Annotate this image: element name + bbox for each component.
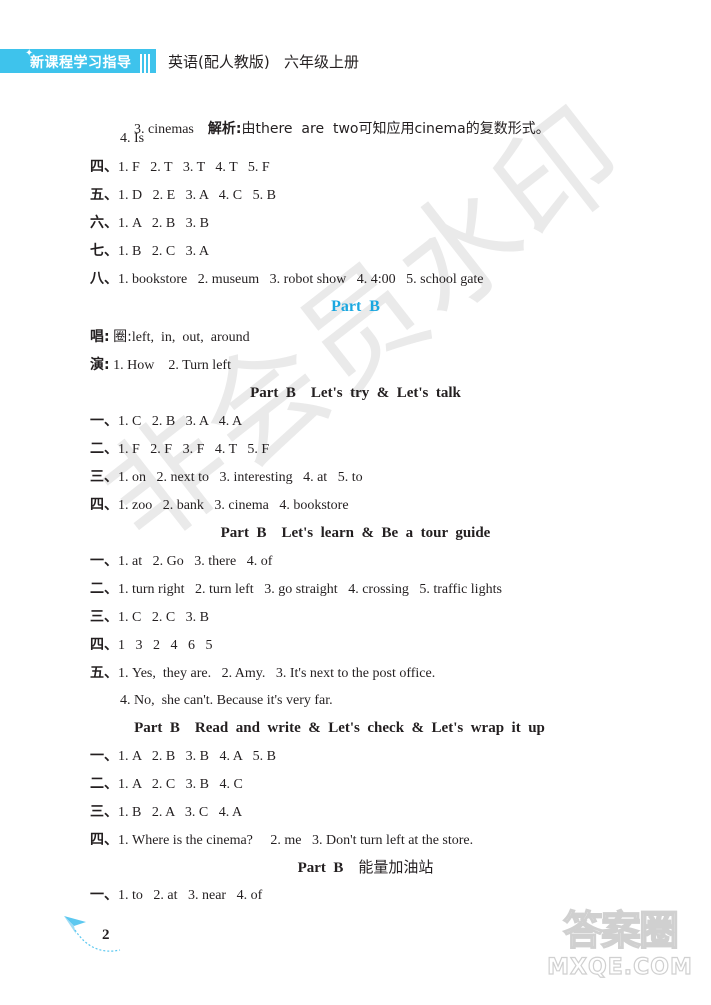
question-number: 四、	[90, 159, 118, 175]
sing-label: 唱:	[90, 329, 110, 345]
site-watermark: 答案圈 MXQE.COM	[535, 907, 705, 982]
answer-line: 八、1. bookstore 2. museum 3. robot show 4…	[90, 270, 484, 289]
answer-line: 一、1. C 2. B 3. A 4. A	[90, 412, 242, 431]
answer-text: 1. A 2. C 3. B 4. C	[118, 777, 243, 792]
answer-line: 四、1. zoo 2. bank 3. cinema 4. bookstore	[90, 496, 349, 515]
answer-line: 一、1. at 2. Go 3. there 4. of	[90, 552, 272, 571]
answer-text: 1. F 2. T 3. T 4. T 5. F	[118, 160, 270, 175]
answer-text: 1. How 2. Turn left	[113, 358, 231, 373]
answer-line: 一、1. A 2. B 3. B 4. A 5. B	[90, 747, 276, 766]
act-label: 演:	[90, 357, 110, 373]
site-watermark-url: MXQE.COM	[547, 954, 693, 980]
question-number: 四、	[90, 832, 118, 848]
answer-line: 四、1 3 2 4 6 5	[90, 636, 213, 655]
answer-line: 二、1. A 2. C 3. B 4. C	[90, 775, 243, 794]
answer-text: 1. Yes, they are. 2. Amy. 3. It's next t…	[118, 666, 436, 681]
sing-line: 唱: 圈:left, in, out, around	[90, 328, 250, 347]
answer-text: 1. at 2. Go 3. there 4. of	[118, 554, 273, 569]
circle-label: 圈:	[113, 329, 132, 345]
answer-line: 六、1. A 2. B 3. B	[90, 214, 209, 233]
answer-text: 1. to 2. at 3. near 4. of	[118, 888, 263, 903]
analysis-text: 由there are two可知应用cinema的复数形式。	[241, 121, 550, 137]
section-title-en: Part B	[297, 860, 344, 876]
answer-line: 四、1. F 2. T 3. T 4. T 5. F	[90, 158, 270, 177]
question-number: 三、	[90, 609, 118, 625]
answer-text: 1. on 2. next to 3. interesting 4. at 5.…	[118, 470, 363, 485]
question-number: 五、	[90, 187, 118, 203]
book-title: 英语(配人教版) 六年级上册	[168, 53, 360, 71]
answer-line: 三、1. on 2. next to 3. interesting 4. at …	[90, 468, 363, 487]
answer-text: 1. A 2. B 3. B	[118, 216, 210, 231]
answer-line: 四、1. Where is the cinema? 2. me 3. Don't…	[90, 831, 473, 850]
question-number: 四、	[90, 637, 118, 653]
answer-text: 1. zoo 2. bank 3. cinema 4. bookstore	[118, 498, 349, 513]
paper-plane-icon	[64, 916, 121, 952]
answer-text: 1. A 2. B 3. B 4. A 5. B	[118, 749, 276, 764]
answer-text: 1. D 2. E 3. A 4. C 5. B	[118, 188, 276, 203]
answer-line: 三、1. C 2. C 3. B	[90, 608, 209, 627]
question-number: 一、	[90, 413, 118, 429]
answer-line: 4. No, she can't. Because it's very far.	[120, 693, 333, 708]
answer-line: 3. cinemas 解析:由there are two可知应用cinema的复…	[120, 102, 550, 157]
section-heading: Part B Let's try & Let's talk	[250, 385, 461, 401]
answer-text: left, in, out, around	[131, 330, 250, 345]
answer-text: 1. bookstore 2. museum 3. robot show 4. …	[118, 272, 484, 287]
section-heading: Part B Let's learn & Be a tour guide	[220, 525, 491, 541]
answer-line: 二、1. turn right 2. turn left 3. go strai…	[90, 580, 502, 599]
answer-line: 五、1. D 2. E 3. A 4. C 5. B	[90, 186, 276, 205]
act-line: 演: 1. How 2. Turn left	[90, 356, 231, 375]
question-number: 三、	[90, 804, 118, 820]
site-watermark-cn: 答案圈	[562, 907, 680, 955]
question-number: 八、	[90, 271, 118, 287]
answer-line: 一、1. to 2. at 3. near 4. of	[90, 886, 262, 905]
question-number: 一、	[90, 748, 118, 764]
series-title: 新课程学习指导	[30, 55, 132, 71]
answer-text: 1. C 2. C 3. B	[118, 610, 210, 625]
answer-line: 4. Is	[120, 131, 145, 146]
answer-text: 1. B 2. C 3. A	[118, 244, 210, 259]
section-heading: Part B 能量加油站	[10, 858, 711, 877]
question-number: 三、	[90, 469, 118, 485]
question-number: 二、	[90, 581, 118, 597]
question-number: 一、	[90, 887, 118, 903]
question-number: 六、	[90, 215, 118, 231]
part-b-heading: Part B	[331, 298, 380, 315]
question-number: 四、	[90, 497, 118, 513]
page-number: 2	[102, 927, 110, 943]
question-number: 二、	[90, 776, 118, 792]
answer-text: 1. turn right 2. turn left 3. go straigh…	[118, 582, 502, 597]
answer-text: 1. Where is the cinema? 2. me 3. Don't t…	[118, 833, 474, 848]
answer-line: 七、1. B 2. C 3. A	[90, 242, 209, 261]
answer-line: 二、1. F 2. F 3. F 4. T 5. F	[90, 440, 269, 459]
running-header: ✦ 新课程学习指导 英语(配人教版) 六年级上册	[0, 48, 420, 73]
question-number: 一、	[90, 553, 118, 569]
question-number: 二、	[90, 441, 118, 457]
question-number: 七、	[90, 243, 118, 259]
answer-line: 五、1. Yes, they are. 2. Amy. 3. It's next…	[90, 664, 435, 683]
series-banner: ✦ 新课程学习指导	[0, 48, 156, 73]
answer-text: 1. B 2. A 3. C 4. A	[118, 805, 243, 820]
answer-text: 1. F 2. F 3. F 4. T 5. F	[118, 442, 270, 457]
answer-text: 1 3 2 4 6 5	[118, 638, 213, 653]
section-title-cn: 能量加油站	[358, 858, 434, 876]
section-heading: Part B Read and write & Let's check & Le…	[134, 720, 545, 736]
stripes-decoration	[140, 54, 152, 73]
answer-text: 1. C 2. B 3. A 4. A	[118, 414, 243, 429]
analysis-label: 解析:	[207, 121, 242, 137]
answer-line: 三、1. B 2. A 3. C 4. A	[90, 803, 242, 822]
question-number: 五、	[90, 665, 118, 681]
